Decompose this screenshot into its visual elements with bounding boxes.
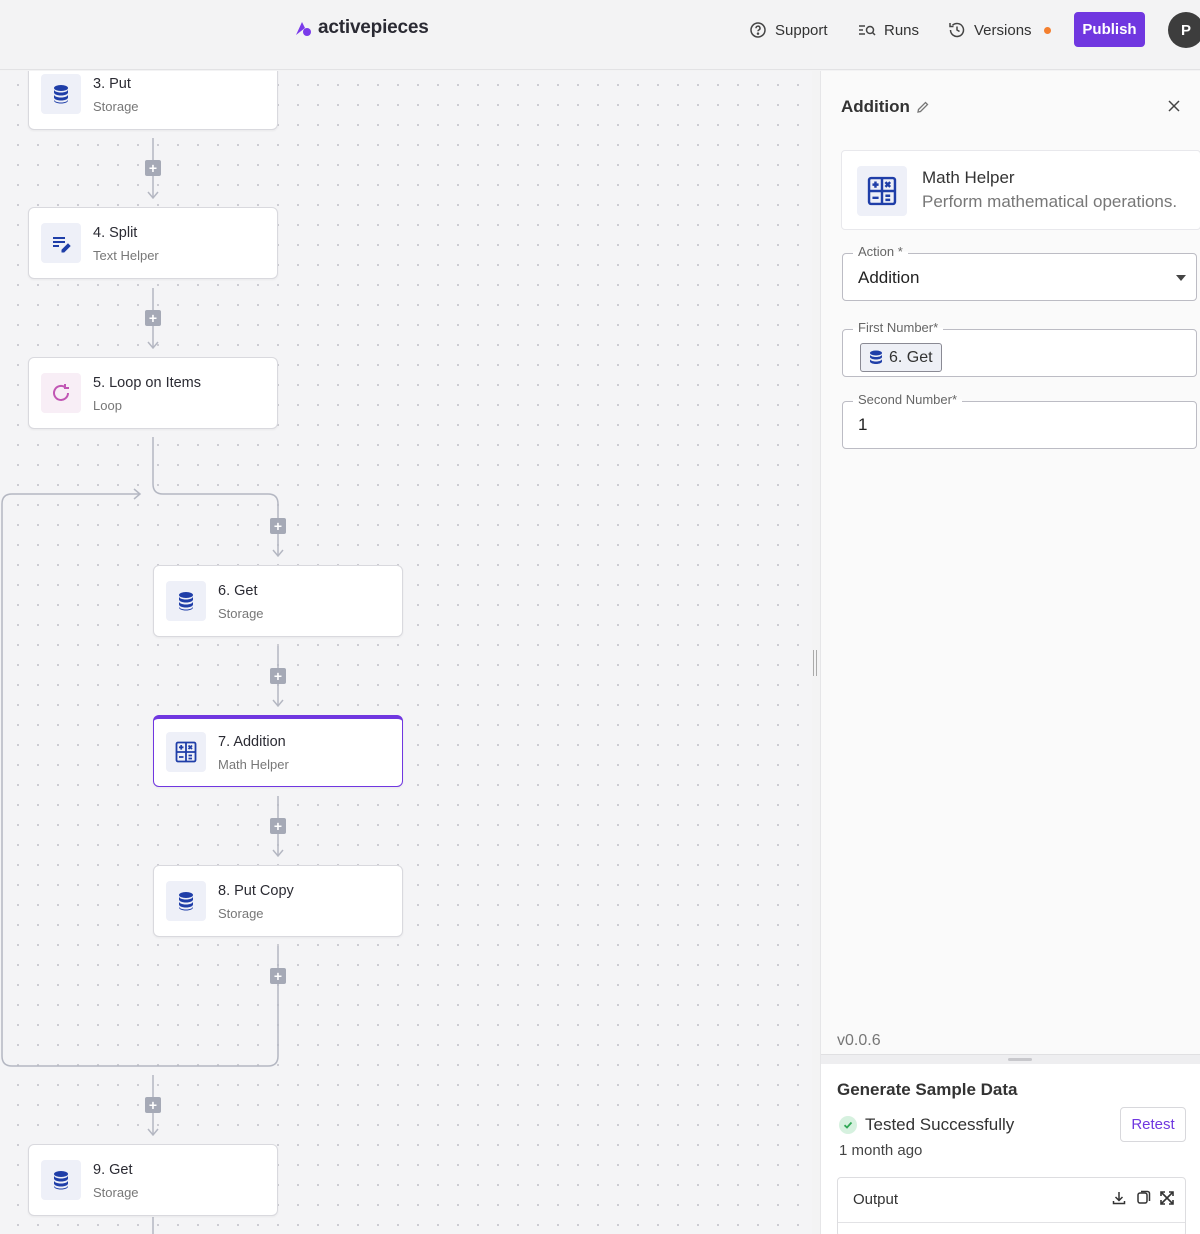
calculator-icon xyxy=(867,176,897,206)
action-value: Addition xyxy=(858,268,920,287)
expand-icon[interactable] xyxy=(1159,1190,1175,1206)
calculator-icon xyxy=(175,741,197,763)
step-subtitle: Loop xyxy=(93,398,122,413)
help-circle-icon xyxy=(750,22,766,38)
add-step-button[interactable]: + xyxy=(270,968,286,984)
step-subtitle: Math Helper xyxy=(218,757,289,772)
step-card-7[interactable]: 7. Addition Math Helper xyxy=(153,715,403,787)
step-card-8[interactable]: 8. Put Copy Storage xyxy=(153,865,403,937)
step-card-6[interactable]: 6. Get Storage xyxy=(153,565,403,637)
activepieces-logo-icon xyxy=(296,22,311,36)
logo[interactable]: activepieces xyxy=(294,17,429,39)
add-step-button[interactable]: + xyxy=(145,1097,161,1113)
piece-icon xyxy=(857,166,907,216)
step-icon xyxy=(41,373,81,413)
database-icon xyxy=(179,892,193,911)
add-step-button[interactable]: + xyxy=(145,310,161,326)
step-title: 3. Put xyxy=(93,76,131,92)
output-label: Output xyxy=(853,1191,899,1208)
step-icon xyxy=(41,74,81,114)
text-edit-icon xyxy=(53,237,71,253)
panel-title[interactable]: Addition xyxy=(841,97,930,117)
sample-title: Generate Sample Data xyxy=(837,1080,1018,1099)
second-number-field[interactable]: Second Number* 1 xyxy=(842,392,1197,449)
add-step-button[interactable]: + xyxy=(270,518,286,534)
output-divider xyxy=(838,1222,1185,1223)
step-settings-panel: Addition Math Helper Perform mathematica… xyxy=(820,71,1200,1234)
flow-canvas[interactable]: + + + + + + + 3. Put Storage 4. Split Te… xyxy=(0,71,812,1234)
chip-label: 6. Get xyxy=(889,348,933,366)
retest-button[interactable]: Retest xyxy=(1120,1107,1186,1142)
step-title: 4. Split xyxy=(93,225,138,241)
chevron-down-icon xyxy=(1176,275,1186,281)
download-icon[interactable] xyxy=(1111,1190,1127,1206)
database-icon xyxy=(54,85,68,104)
piece-description: Perform mathematical operations. xyxy=(922,192,1178,211)
check-circle-icon xyxy=(839,1116,857,1134)
grip-handle[interactable] xyxy=(1008,1058,1032,1061)
step-title: 9. Get xyxy=(93,1162,133,1178)
panel-title-text: Addition xyxy=(841,97,910,116)
test-status-text: Tested Successfully xyxy=(865,1115,1015,1134)
step-subtitle: Text Helper xyxy=(93,248,159,263)
step-title: 5. Loop on Items xyxy=(93,375,202,391)
step-reference-chip[interactable]: 6. Get xyxy=(860,343,942,372)
loop-icon xyxy=(53,384,69,401)
step-subtitle: Storage xyxy=(93,1185,139,1200)
logo-text: activepieces xyxy=(318,17,429,38)
versions-label: Versions xyxy=(974,21,1032,39)
step-card-9[interactable]: 9. Get Storage xyxy=(28,1144,278,1216)
sample-panel-resize-handle[interactable] xyxy=(821,1054,1200,1064)
add-step-button[interactable]: + xyxy=(270,668,286,684)
step-title: 8. Put Copy xyxy=(218,883,294,899)
runs-button[interactable]: Runs xyxy=(858,18,919,42)
history-icon xyxy=(949,22,965,38)
top-bar: activepieces Support Runs Versions Publi… xyxy=(0,0,1200,70)
step-icon xyxy=(166,732,206,772)
step-subtitle: Storage xyxy=(218,606,264,621)
second-number-value: 1 xyxy=(858,415,868,434)
step-card-5[interactable]: 5. Loop on Items Loop xyxy=(28,357,278,429)
first-number-field[interactable]: First Number* 6. Get xyxy=(842,320,1197,377)
piece-version: v0.0.6 xyxy=(837,1032,881,1049)
unsaved-dot xyxy=(1043,26,1051,34)
pencil-icon[interactable] xyxy=(916,100,930,114)
output-actions xyxy=(1111,1190,1175,1206)
avatar[interactable]: P xyxy=(1168,12,1200,48)
step-icon xyxy=(41,1160,81,1200)
step-icon xyxy=(166,881,206,921)
second-number-label: Second Number* xyxy=(853,392,962,407)
close-icon[interactable] xyxy=(1167,99,1181,113)
support-label: Support xyxy=(775,21,828,39)
step-title: 7. Addition xyxy=(218,734,286,750)
action-select[interactable]: Action * Addition xyxy=(842,244,1197,301)
step-subtitle: Storage xyxy=(218,906,264,921)
piece-name: Math Helper xyxy=(922,168,1015,187)
runs-label: Runs xyxy=(884,21,920,39)
step-card-4[interactable]: 4. Split Text Helper xyxy=(28,207,278,279)
step-title: 6. Get xyxy=(218,583,258,599)
database-icon xyxy=(54,1171,68,1190)
versions-button[interactable]: Versions xyxy=(948,18,1051,42)
action-label: Action * xyxy=(853,244,908,259)
support-button[interactable]: Support xyxy=(749,18,828,42)
test-status: Tested Successfully xyxy=(839,1115,1014,1135)
copy-icon[interactable] xyxy=(1135,1190,1151,1206)
step-icon xyxy=(41,223,81,263)
database-icon xyxy=(870,350,882,364)
step-subtitle: Storage xyxy=(93,99,139,114)
piece-info-card: Math Helper Perform mathematical operati… xyxy=(841,150,1200,230)
sample-data-section: Generate Sample Data Tested Successfully… xyxy=(821,1064,1200,1234)
panel-resize-handle[interactable] xyxy=(813,650,817,676)
list-search-icon xyxy=(859,25,876,36)
output-box: Output xyxy=(837,1177,1186,1234)
step-icon xyxy=(166,581,206,621)
publish-button[interactable]: Publish xyxy=(1074,12,1145,47)
database-icon xyxy=(179,592,193,611)
step-card-3[interactable]: 3. Put Storage xyxy=(28,71,278,130)
tested-time: 1 month ago xyxy=(839,1142,923,1159)
first-number-label: First Number* xyxy=(853,320,944,335)
add-step-button[interactable]: + xyxy=(270,818,286,834)
add-step-button[interactable]: + xyxy=(145,160,161,176)
